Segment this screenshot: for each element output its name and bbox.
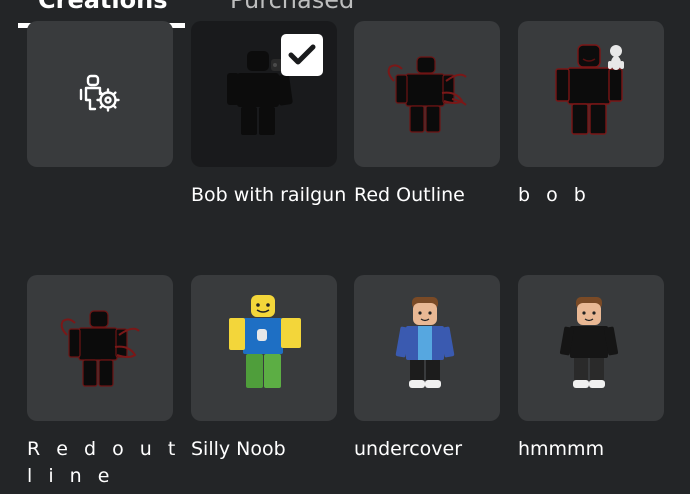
avatar-image — [559, 297, 619, 388]
item-label: b o b — [518, 184, 591, 206]
avatar-image — [229, 295, 301, 388]
item-thumbnail[interactable] — [354, 21, 500, 167]
avatar-image — [395, 297, 455, 388]
item-thumbnail[interactable] — [191, 21, 337, 167]
item-label: Silly Noob — [191, 438, 286, 460]
item-thumbnail[interactable] — [518, 21, 664, 167]
item-label: undercover — [354, 438, 463, 460]
item-thumbnail[interactable] — [354, 275, 500, 421]
avatar-image — [555, 44, 624, 135]
item-thumbnail[interactable] — [191, 275, 337, 421]
tab-purchased[interactable]: Purchased — [230, 0, 354, 14]
item-label: Red Outline — [354, 184, 465, 206]
selected-checkbox[interactable] — [281, 34, 323, 76]
item-label: R e d o u t l i n e — [27, 438, 181, 487]
item-thumbnail[interactable] — [27, 21, 173, 167]
checkmark-icon — [288, 44, 316, 65]
avatar-image — [60, 310, 140, 387]
item-label: hmmmm — [518, 438, 605, 460]
avatar-image — [387, 56, 467, 133]
item-label: Bob with railgun — [191, 184, 347, 206]
item-thumbnail[interactable] — [27, 275, 173, 421]
accessory-settings-icon — [79, 74, 120, 112]
item-thumbnail[interactable] — [518, 275, 664, 421]
tab-creations[interactable]: Creations — [38, 0, 167, 14]
